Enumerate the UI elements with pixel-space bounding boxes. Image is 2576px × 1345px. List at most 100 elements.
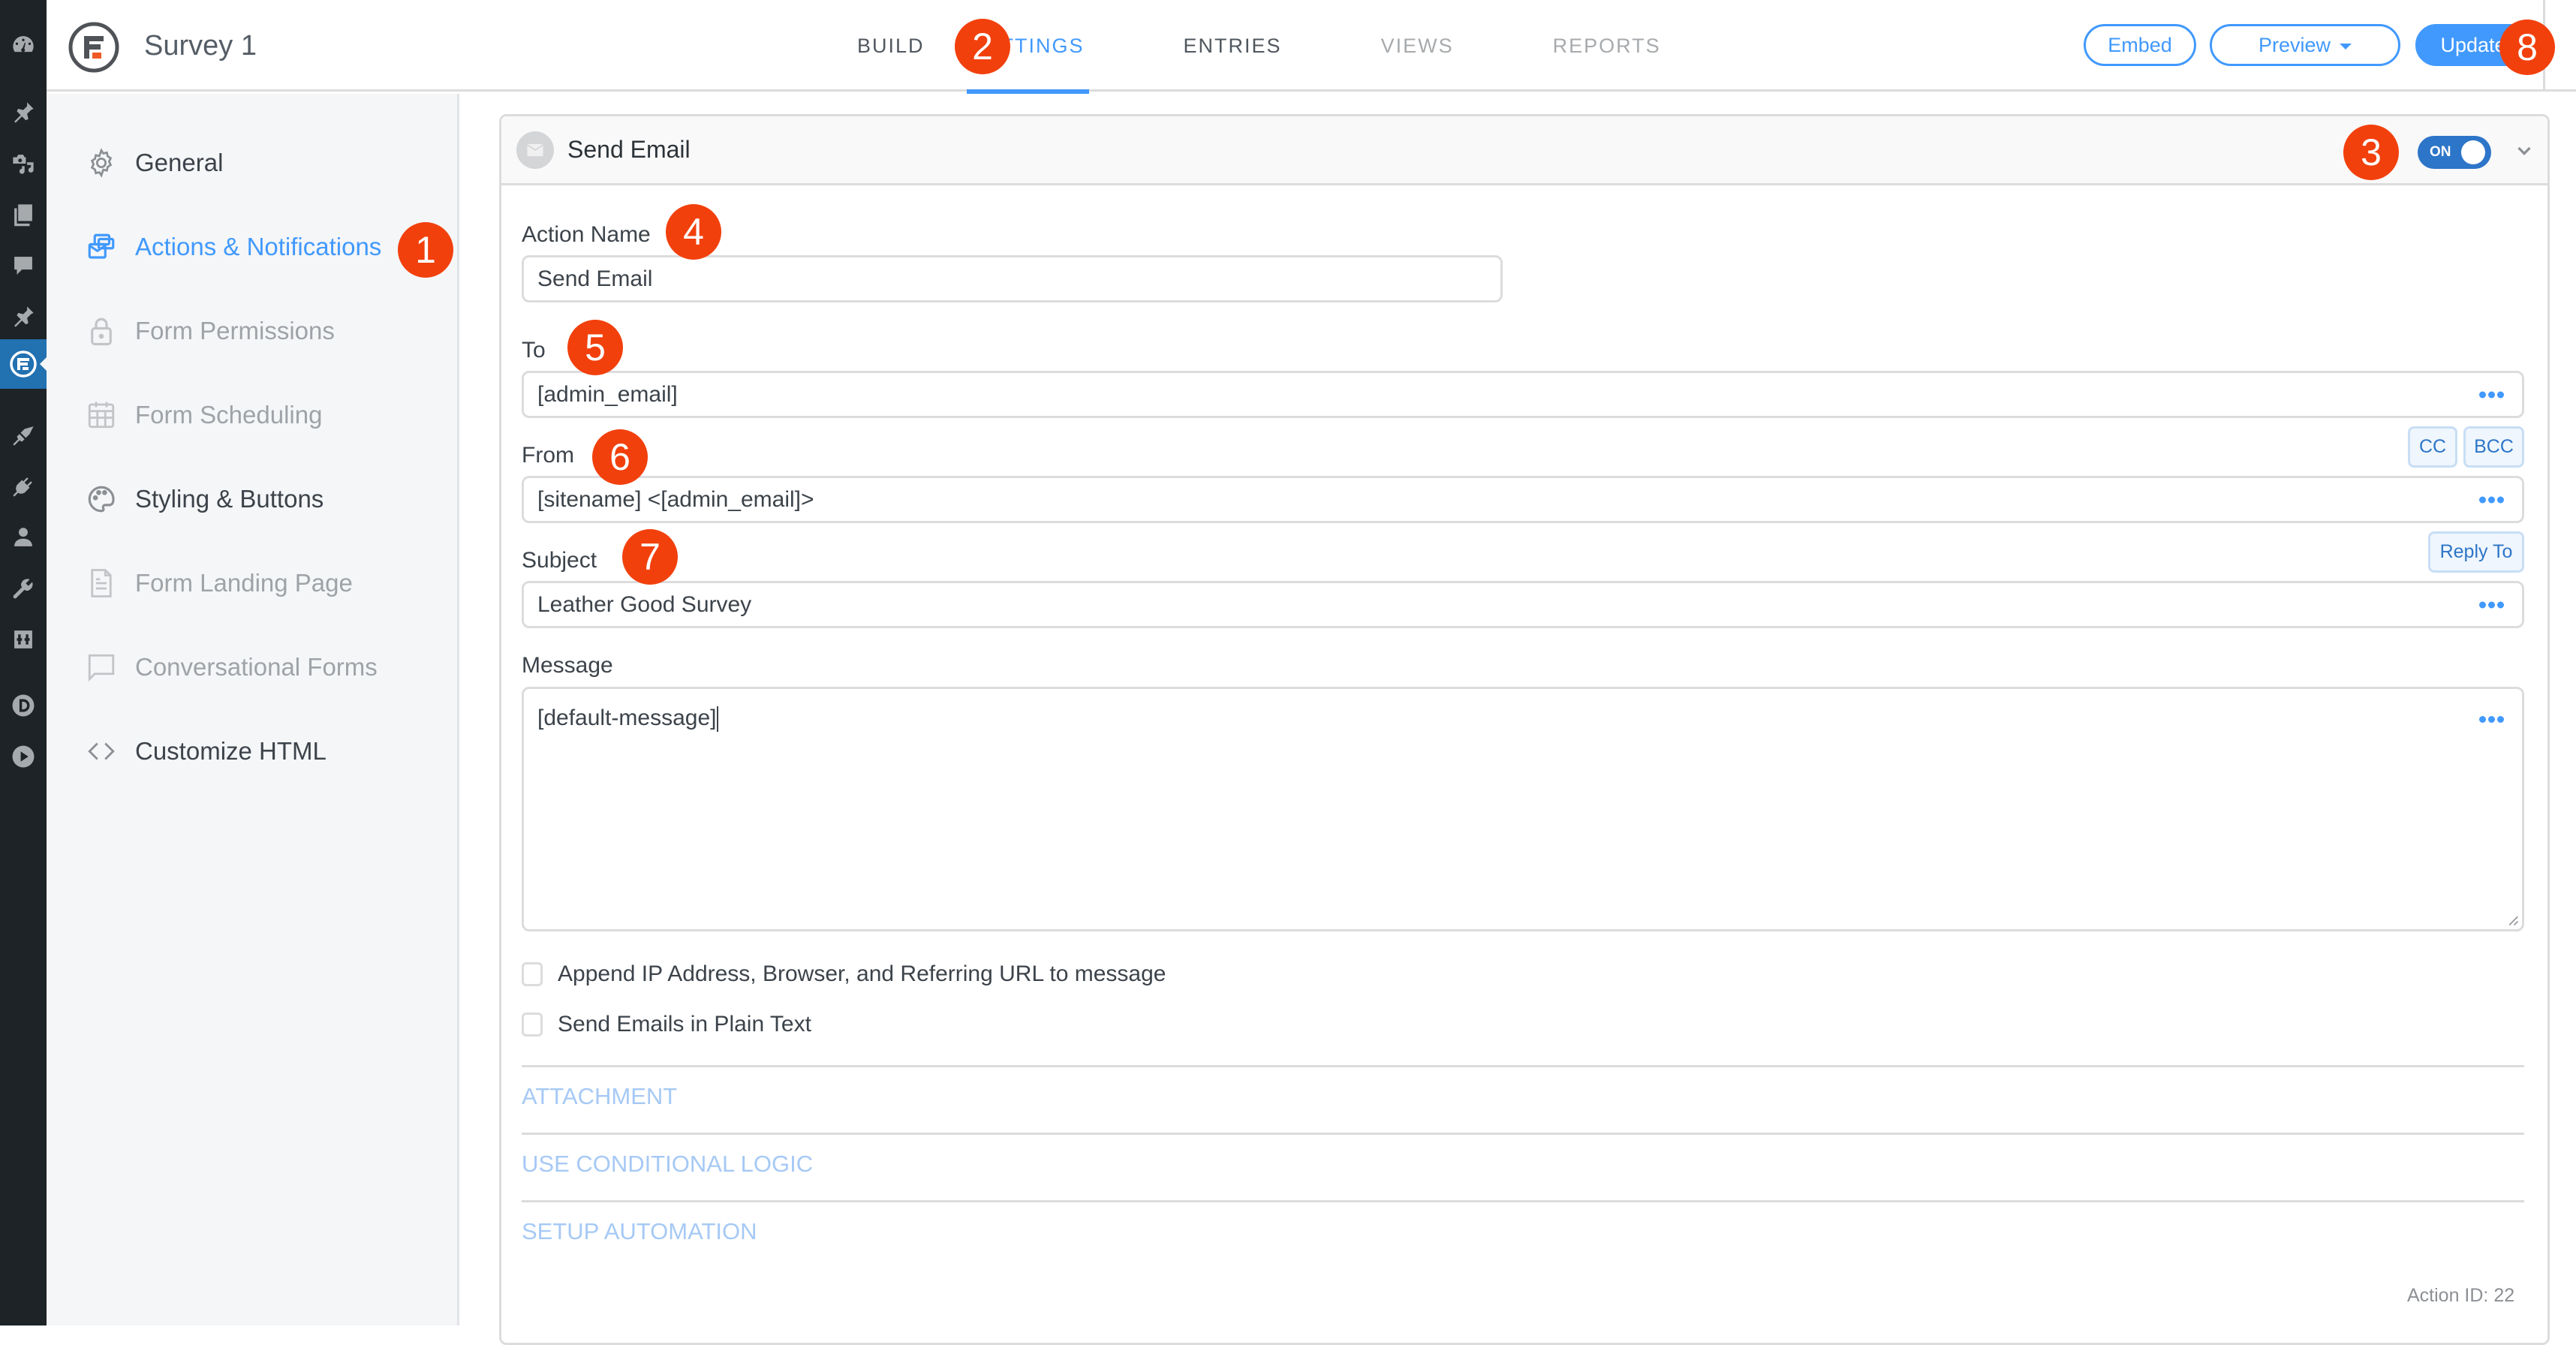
- message-label: Message: [522, 653, 613, 678]
- conditional-logic-section-toggle[interactable]: USE CONDITIONAL LOGIC: [522, 1151, 813, 1178]
- section-divider: [522, 1200, 2524, 1202]
- annotation-badge: 4: [666, 204, 721, 260]
- pin-icon[interactable]: [8, 302, 39, 332]
- sidebar-item-label: Form Permissions: [135, 317, 335, 345]
- plain-text-checkbox[interactable]: Send Emails in Plain Text: [522, 1012, 811, 1037]
- subject-value: Leather Good Survey: [537, 591, 752, 617]
- sidebar-item-form-permissions[interactable]: Form Permissions: [84, 308, 335, 354]
- sidebar-item-actions-notifications[interactable]: Actions & Notifications: [84, 224, 381, 269]
- action-name-input[interactable]: Send Email: [522, 255, 1503, 302]
- comments-icon[interactable]: [8, 251, 39, 281]
- resize-handle-icon[interactable]: [2507, 914, 2519, 926]
- sidebar-item-label: General: [135, 149, 224, 176]
- checkbox-label: Send Emails in Plain Text: [558, 1012, 811, 1037]
- section-divider: [522, 1065, 2524, 1067]
- formidable-menu-item[interactable]: [0, 339, 47, 389]
- play-icon[interactable]: [8, 742, 39, 772]
- dashboard-icon[interactable]: [8, 30, 39, 60]
- append-ip-checkbox[interactable]: Append IP Address, Browser, and Referrin…: [522, 961, 1166, 987]
- tab-build[interactable]: BUILD: [857, 0, 925, 92]
- checkbox-box[interactable]: [522, 962, 543, 986]
- to-label: To: [522, 338, 546, 363]
- annotation-badge: 1: [398, 222, 453, 278]
- annotation-badge: 3: [2343, 125, 2399, 180]
- from-value: [sitename] <[admin_email]>: [537, 486, 814, 512]
- attachment-section-toggle[interactable]: ATTACHMENT: [522, 1083, 677, 1110]
- annotation-badge: 5: [567, 320, 623, 375]
- envelope-stack-icon: [84, 230, 119, 264]
- posts-pin-icon[interactable]: [8, 98, 39, 128]
- action-title: Send Email: [567, 136, 691, 163]
- action-name-value: Send Email: [537, 266, 653, 291]
- calendar-icon: [84, 398, 119, 432]
- sidebar-item-styling-buttons[interactable]: Styling & Buttons: [84, 477, 324, 522]
- message-value: [default-message]: [537, 706, 717, 730]
- checkbox-label: Append IP Address, Browser, and Referrin…: [558, 961, 1166, 986]
- envelope-icon: [516, 131, 554, 169]
- sidebar-item-label: Actions & Notifications: [135, 233, 382, 260]
- tab-views[interactable]: VIEWS: [1381, 0, 1454, 92]
- media-icon[interactable]: [8, 149, 39, 179]
- tab-reports[interactable]: REPORTS: [1553, 0, 1661, 92]
- users-icon[interactable]: [8, 522, 39, 552]
- wp-admin-menu: [0, 0, 47, 1325]
- sidebar-item-label: Customize HTML: [135, 737, 327, 765]
- form-title: Survey 1: [144, 30, 257, 62]
- sidebar-item-form-scheduling[interactable]: Form Scheduling: [84, 393, 322, 438]
- pages-icon[interactable]: [8, 200, 39, 230]
- annotation-badge: 2: [955, 19, 1010, 74]
- annotation-badge: 7: [622, 529, 678, 585]
- annotation-badge: 8: [2499, 20, 2555, 75]
- more-options-icon[interactable]: [2479, 601, 2504, 608]
- lock-icon: [84, 314, 119, 348]
- plugins-icon[interactable]: [8, 471, 39, 501]
- more-options-icon[interactable]: [2479, 716, 2504, 723]
- settings-sliders-icon[interactable]: [8, 624, 39, 654]
- tab-entries[interactable]: ENTRIES: [1184, 0, 1282, 92]
- more-options-icon[interactable]: [2479, 391, 2504, 398]
- sidebar-item-form-landing-page[interactable]: Form Landing Page: [84, 561, 353, 606]
- palette-icon: [84, 482, 119, 516]
- settings-sidebar: General Actions & Notifications Form Per…: [47, 94, 459, 1325]
- formidable-logo-icon[interactable]: [68, 21, 120, 74]
- appearance-brush-icon[interactable]: [8, 420, 39, 450]
- reply-to-button[interactable]: Reply To: [2428, 531, 2524, 573]
- sidebar-item-label: Form Scheduling: [135, 401, 323, 429]
- sidebar-item-label: Conversational Forms: [135, 653, 378, 681]
- sidebar-item-label: Form Landing Page: [135, 569, 353, 597]
- document-icon: [84, 566, 119, 600]
- divi-d-icon[interactable]: [8, 691, 39, 721]
- section-divider: [522, 1133, 2524, 1135]
- sidebar-item-label: Styling & Buttons: [135, 485, 324, 513]
- cc-button[interactable]: CC: [2408, 426, 2457, 468]
- toggle-label: ON: [2430, 144, 2451, 160]
- formidable-icon: [10, 351, 37, 378]
- caret-down-icon: [2340, 44, 2352, 50]
- sidebar-item-conversational-forms[interactable]: Conversational Forms: [84, 645, 378, 690]
- checkbox-box[interactable]: [522, 1013, 543, 1037]
- bcc-button[interactable]: BCC: [2463, 426, 2524, 468]
- code-brackets-icon: [84, 734, 119, 769]
- preview-label: Preview: [2258, 33, 2331, 56]
- sidebar-item-customize-html[interactable]: Customize HTML: [84, 729, 327, 774]
- chevron-down-icon[interactable]: [2513, 139, 2535, 161]
- embed-button[interactable]: Embed: [2084, 24, 2196, 66]
- more-options-icon[interactable]: [2479, 496, 2504, 503]
- preview-button[interactable]: Preview: [2210, 24, 2400, 66]
- subject-input[interactable]: Leather Good Survey: [522, 581, 2524, 628]
- to-input[interactable]: [admin_email]: [522, 371, 2524, 418]
- action-enabled-toggle[interactable]: ON: [2418, 136, 2491, 169]
- annotation-badge: 6: [592, 429, 648, 485]
- from-input[interactable]: [sitename] <[admin_email]>: [522, 476, 2524, 523]
- toggle-knob: [2461, 140, 2485, 164]
- speech-bubble-icon: [84, 650, 119, 685]
- message-textarea[interactable]: [default-message]: [522, 687, 2524, 931]
- action-card-header[interactable]: Send Email ON: [501, 116, 2547, 185]
- text-cursor: [717, 706, 719, 733]
- sidebar-item-general[interactable]: General: [84, 140, 223, 185]
- setup-automation-section-toggle[interactable]: SETUP AUTOMATION: [522, 1218, 757, 1245]
- action-name-label: Action Name: [522, 222, 651, 247]
- tools-wrench-icon[interactable]: [8, 573, 39, 603]
- action-id: Action ID: 22: [2407, 1285, 2515, 1306]
- to-value: [admin_email]: [537, 381, 678, 407]
